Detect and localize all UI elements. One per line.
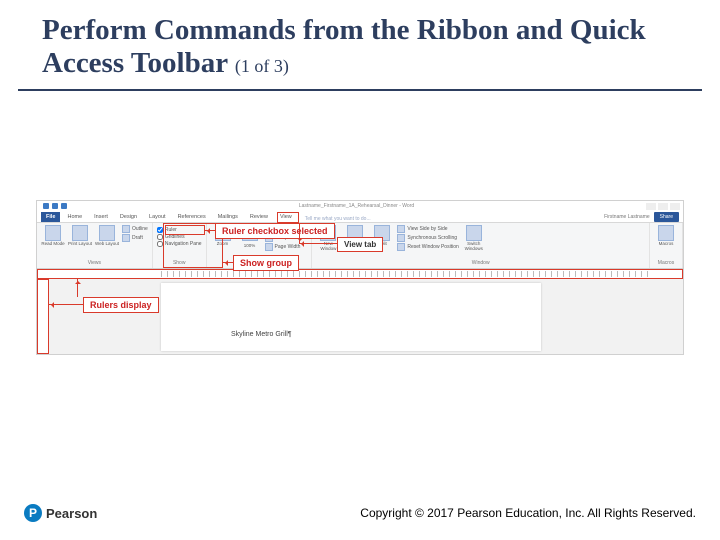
pearson-brand: P Pearson bbox=[24, 504, 97, 522]
read-mode-icon bbox=[45, 225, 61, 241]
sync-scroll-button[interactable]: Synchronous Scrolling bbox=[397, 234, 458, 242]
gridlines-checkbox-label: Gridlines bbox=[165, 234, 185, 240]
read-mode-button[interactable]: Read Mode bbox=[41, 225, 65, 247]
macros-label: Macros bbox=[659, 242, 674, 247]
group-views: Read Mode Print Layout Web Layout Outlin… bbox=[37, 223, 153, 268]
gridlines-checkbox[interactable]: Gridlines bbox=[157, 234, 202, 240]
switch-windows-icon bbox=[466, 225, 482, 241]
tab-file[interactable]: File bbox=[41, 212, 60, 222]
draft-icon bbox=[122, 234, 130, 242]
pearson-logo-icon: P bbox=[24, 504, 42, 522]
arrow-view-tab bbox=[299, 243, 337, 244]
page-width-label: Page Width bbox=[275, 244, 301, 250]
print-layout-button[interactable]: Print Layout bbox=[68, 225, 92, 247]
navpane-checkbox-input[interactable] bbox=[157, 241, 163, 247]
side-by-side-icon bbox=[397, 225, 405, 233]
side-by-side-label: View Side by Side bbox=[407, 226, 447, 232]
side-by-side-button[interactable]: View Side by Side bbox=[397, 225, 458, 233]
document-page: Skyline Metro Grill¶ bbox=[161, 283, 541, 351]
gridlines-checkbox-input[interactable] bbox=[157, 234, 163, 240]
arrow-rulers-h bbox=[49, 304, 83, 305]
tab-view[interactable]: View bbox=[275, 212, 297, 222]
reset-window-button[interactable]: Reset Window Position bbox=[397, 243, 458, 251]
slide-title: Perform Commands from the Ribbon and Qui… bbox=[42, 14, 678, 81]
show-group-label: Show bbox=[157, 259, 202, 266]
reset-window-label: Reset Window Position bbox=[407, 244, 458, 250]
document-area: Skyline Metro Grill¶ bbox=[37, 279, 683, 354]
switch-windows-button[interactable]: Switch Windows bbox=[462, 225, 486, 251]
navpane-checkbox[interactable]: Navigation Pane bbox=[157, 241, 202, 247]
group-macros: Macros Macros bbox=[650, 223, 683, 268]
ruler-checkbox-input[interactable] bbox=[157, 227, 163, 233]
outline-button[interactable]: Outline bbox=[122, 225, 148, 233]
page-width-icon bbox=[265, 243, 273, 251]
draft-label: Draft bbox=[132, 235, 143, 241]
read-mode-label: Read Mode bbox=[41, 242, 64, 247]
arrow-rulers-v bbox=[77, 279, 78, 297]
sync-scroll-icon bbox=[397, 234, 405, 242]
tab-insert[interactable]: Insert bbox=[89, 212, 113, 222]
arrow-show-group bbox=[223, 262, 233, 263]
slide-footer: P Pearson Copyright © 2017 Pearson Educa… bbox=[24, 504, 696, 522]
group-show: Ruler Gridlines Navigation Pane Show bbox=[153, 223, 207, 268]
window-titlebar: Lastname_Firstname_1A_Rehearsal_Dinner -… bbox=[37, 201, 683, 211]
share-button[interactable]: Share bbox=[654, 212, 679, 222]
print-layout-label: Print Layout bbox=[68, 242, 92, 247]
slide-title-block: Perform Commands from the Ribbon and Qui… bbox=[18, 0, 702, 91]
macros-group-label: Macros bbox=[654, 259, 678, 266]
save-icon[interactable] bbox=[43, 203, 49, 209]
web-layout-icon bbox=[99, 225, 115, 241]
callout-show-group: Show group bbox=[233, 255, 299, 271]
word-screenshot: Lastname_Firstname_1A_Rehearsal_Dinner -… bbox=[36, 200, 684, 355]
title-text: Perform Commands from the Ribbon and Qui… bbox=[42, 14, 646, 79]
copyright-text: Copyright © 2017 Pearson Education, Inc.… bbox=[360, 506, 696, 520]
tab-home[interactable]: Home bbox=[62, 212, 87, 222]
arrow-view-tab-v bbox=[299, 223, 300, 243]
outline-label: Outline bbox=[132, 226, 148, 232]
document-heading: Skyline Metro Grill¶ bbox=[231, 331, 292, 338]
callout-ruler-checkbox: Ruler checkbox selected bbox=[215, 223, 335, 239]
zoom-label: Zoom bbox=[217, 242, 229, 247]
signin-name[interactable]: Firstname Lastname bbox=[604, 214, 650, 220]
document-title: Lastname_Firstname_1A_Rehearsal_Dinner -… bbox=[67, 203, 646, 209]
ruler-checkbox[interactable]: Ruler bbox=[157, 227, 202, 233]
arrow-ruler-checkbox bbox=[205, 230, 215, 231]
draft-button[interactable]: Draft bbox=[122, 234, 148, 242]
maximize-icon[interactable] bbox=[658, 203, 668, 210]
callout-view-tab: View tab bbox=[337, 237, 383, 252]
tab-review[interactable]: Review bbox=[245, 212, 273, 222]
switch-windows-label: Switch Windows bbox=[462, 242, 486, 251]
window-controls bbox=[646, 203, 683, 210]
ruler-checkbox-label: Ruler bbox=[165, 227, 177, 233]
horizontal-ruler bbox=[37, 269, 683, 279]
tell-me[interactable]: Tell me what you want to do... bbox=[305, 216, 371, 222]
quick-access-toolbar bbox=[37, 203, 67, 209]
views-group-label: Views bbox=[41, 259, 148, 266]
reset-window-icon bbox=[397, 243, 405, 251]
ribbon-tabs: File Home Insert Design Layout Reference… bbox=[37, 211, 683, 223]
tab-references[interactable]: References bbox=[173, 212, 211, 222]
navpane-checkbox-label: Navigation Pane bbox=[165, 241, 202, 247]
web-layout-label: Web Layout bbox=[95, 242, 119, 247]
macros-button[interactable]: Macros bbox=[654, 225, 678, 247]
close-icon[interactable] bbox=[670, 203, 680, 210]
undo-icon[interactable] bbox=[52, 203, 58, 209]
web-layout-button[interactable]: Web Layout bbox=[95, 225, 119, 247]
tab-design[interactable]: Design bbox=[115, 212, 142, 222]
minimize-icon[interactable] bbox=[646, 203, 656, 210]
vertical-ruler bbox=[37, 279, 49, 354]
window-group-label: Window bbox=[316, 259, 645, 266]
outline-icon bbox=[122, 225, 130, 233]
slide-count: (1 of 3) bbox=[235, 56, 289, 76]
pearson-brand-text: Pearson bbox=[46, 506, 97, 521]
tab-layout[interactable]: Layout bbox=[144, 212, 171, 222]
print-layout-icon bbox=[72, 225, 88, 241]
macros-icon bbox=[658, 225, 674, 241]
tab-mailings[interactable]: Mailings bbox=[213, 212, 243, 222]
callout-rulers-display: Rulers display bbox=[83, 297, 159, 313]
sync-scroll-label: Synchronous Scrolling bbox=[407, 235, 457, 241]
zoom-100-label: 100% bbox=[242, 242, 258, 251]
